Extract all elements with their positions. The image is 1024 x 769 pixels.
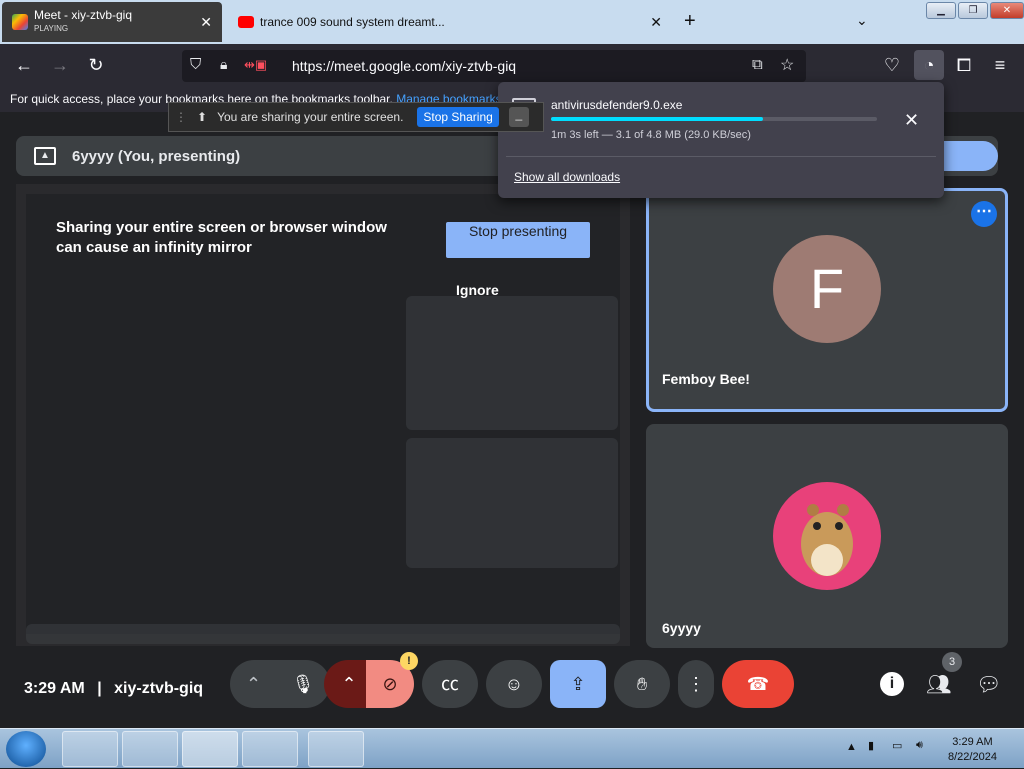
chat-icon[interactable]: 💬︎ (976, 672, 1001, 697)
mirror-tile (406, 296, 618, 430)
taskbar-app-icon[interactable] (308, 731, 364, 767)
call-controls-bar: 3:29 AM | xiy-ztvb-giq ⌃ 🎙︎ ⌃ ⊘ ! ㏄ ☺ ⇪ … (0, 652, 1024, 724)
mirror-tile (406, 438, 618, 568)
tab-title: Meet - xiy-ztvb-giq (34, 8, 133, 22)
more-options-icon[interactable]: ⋮ (678, 660, 714, 708)
picture-in-picture-icon[interactable]: ⧉ (752, 56, 763, 73)
tab-youtube[interactable]: trance 009 sound system dreamt... ✕ (228, 2, 672, 42)
avatar (773, 482, 881, 590)
ignore-button[interactable]: Ignore (456, 282, 499, 298)
participant-count-badge: 3 (942, 652, 962, 672)
share-screen-icon: ⬆︎ (197, 110, 208, 124)
audio-options-icon[interactable]: ⌃ (246, 660, 261, 708)
hamster-avatar-icon (801, 504, 853, 576)
minimize-button[interactable]: ▁ (926, 2, 956, 19)
divider: | (97, 680, 102, 697)
menu-icon[interactable]: ≡ (988, 54, 1012, 76)
network-icon[interactable]: ▮ (868, 739, 874, 752)
tab-meet[interactable]: Meet - xiy-ztvb-giq PLAYING ✕ (2, 2, 222, 42)
new-tab-icon[interactable]: + (684, 10, 696, 33)
firefox-icon[interactable] (182, 731, 238, 767)
meet-favicon-icon (12, 14, 28, 30)
download-progress-bar (551, 117, 877, 121)
more-options-icon[interactable]: ⋯ (971, 201, 997, 227)
maximize-button[interactable]: ❐ (958, 2, 988, 19)
taskbar-clock[interactable]: 3:29 AM 8/22/2024 (948, 735, 997, 765)
system-tray: ▲ ▮ ▭ 🔊︎ 3:29 AM 8/22/2024 (840, 729, 1024, 769)
pocket-icon[interactable]: ♡ (880, 54, 904, 76)
tab-close-icon[interactable]: ✕ (200, 14, 212, 31)
tab-close-icon[interactable]: ✕ (650, 14, 662, 31)
media-player-icon[interactable] (122, 731, 178, 767)
raise-hand-icon[interactable]: ✋︎ (614, 660, 670, 708)
display-icon[interactable]: ▭ (892, 739, 902, 752)
present-screen-icon: ▲ (34, 147, 56, 165)
stop-sharing-button[interactable]: Stop Sharing (417, 107, 499, 127)
reload-icon[interactable]: ↻ (84, 54, 108, 76)
self-presentation-preview: Sharing your entire screen or browser wi… (16, 184, 630, 646)
meet-stage: ▲ 6yyyy (You, presenting) nting Sharing … (0, 112, 1024, 728)
avatar: F (773, 235, 881, 343)
drag-handle-icon[interactable]: ⋮ (175, 110, 187, 124)
warning-badge: ! (400, 652, 418, 670)
download-status: 1m 3s left — 3.1 of 4.8 MB (29.0 KB/sec) (551, 129, 751, 141)
volume-icon[interactable]: 🔊︎ (916, 739, 923, 752)
download-filename[interactable]: antivirusdefender9.0.exe (551, 98, 682, 112)
screen-share-indicator-icon[interactable]: ⇹▣ (244, 57, 280, 75)
bookmark-star-icon[interactable]: ☆ (780, 55, 794, 75)
emoji-icon[interactable]: ☺ (486, 660, 542, 708)
window-close-button[interactable]: ✕ (990, 2, 1024, 19)
start-button[interactable] (6, 731, 46, 767)
taskbar-time: 3:29 AM (952, 736, 993, 748)
url-text[interactable]: https://meet.google.com/xiy-ztvb-giq (292, 58, 516, 74)
info-icon[interactable]: i (880, 672, 904, 696)
infinity-mirror-warning: Sharing your entire screen or browser wi… (56, 219, 387, 256)
hide-bar-button[interactable]: _ (508, 107, 529, 127)
divider (506, 156, 936, 157)
cancel-download-icon[interactable]: ✕ (904, 110, 919, 131)
stop-presenting-button[interactable]: Stop presenting (446, 222, 590, 258)
taskbar-app-icon[interactable] (242, 731, 298, 767)
taskbar-app-icon[interactable] (62, 731, 118, 767)
shield-icon[interactable]: ⛉ (190, 56, 201, 73)
back-icon[interactable]: ← (12, 54, 36, 76)
windows-taskbar: ▲ ▮ ▭ 🔊︎ 3:29 AM 8/22/2024 (0, 728, 1024, 768)
presenting-label: 6yyyy (You, presenting) (72, 147, 241, 165)
browser-tab-bar: Meet - xiy-ztvb-giq PLAYING ✕ trance 009 … (0, 0, 1024, 44)
downloads-icon[interactable]: ◔ (914, 50, 944, 80)
taskbar-date: 8/22/2024 (948, 751, 997, 763)
participant-name: 6yyyy (662, 620, 701, 636)
youtube-favicon-icon (238, 16, 254, 28)
present-screen-icon[interactable]: ⇪ (550, 660, 606, 708)
people-icon[interactable]: 👥︎ (926, 672, 951, 697)
navigation-toolbar: ← → ↻ ⛉ 🔒︎ ⇹▣ https://meet.google.com/xi… (0, 44, 1024, 86)
forward-icon[interactable]: → (48, 54, 72, 76)
meeting-code: xiy-ztvb-giq (114, 680, 204, 697)
sharing-status: You are sharing your entire screen. (217, 110, 404, 124)
download-progress-fill (551, 117, 763, 121)
meeting-info: 3:29 AM | xiy-ztvb-giq (24, 680, 203, 698)
show-hidden-icons-icon[interactable]: ▲ (846, 741, 857, 753)
meeting-time: 3:29 AM (24, 680, 85, 697)
url-bar[interactable]: ⛉ 🔒︎ ⇹▣ https://meet.google.com/xiy-ztvb… (182, 50, 806, 82)
tab-title: trance 009 sound system dreamt... (260, 14, 445, 29)
participant-tile[interactable]: 6yyyy (646, 424, 1008, 648)
end-call-icon[interactable]: ☎ (722, 660, 794, 708)
tab-subtitle: PLAYING (34, 24, 69, 33)
screen-sharing-bar: ⋮ ⬆︎ You are sharing your entire screen.… (168, 102, 544, 132)
microphone-icon[interactable]: 🎙︎ (280, 660, 326, 708)
extensions-icon[interactable]: ⧠ (952, 54, 976, 76)
participant-name: Femboy Bee! (662, 371, 750, 387)
participant-tile[interactable]: ⋯ F Femboy Bee! (646, 188, 1008, 412)
show-all-downloads-link[interactable]: Show all downloads (514, 170, 620, 184)
captions-icon[interactable]: ㏄ (422, 660, 478, 708)
lock-icon[interactable]: 🔒︎ (220, 56, 227, 73)
chevron-down-icon[interactable]: ⌄ (856, 12, 868, 29)
mirror-taskbar (26, 624, 620, 644)
mic-control-group: ⌃ 🎙︎ (230, 660, 330, 708)
downloads-panel: antivirusdefender9.0.exe 1m 3s left — 3.… (498, 82, 944, 198)
